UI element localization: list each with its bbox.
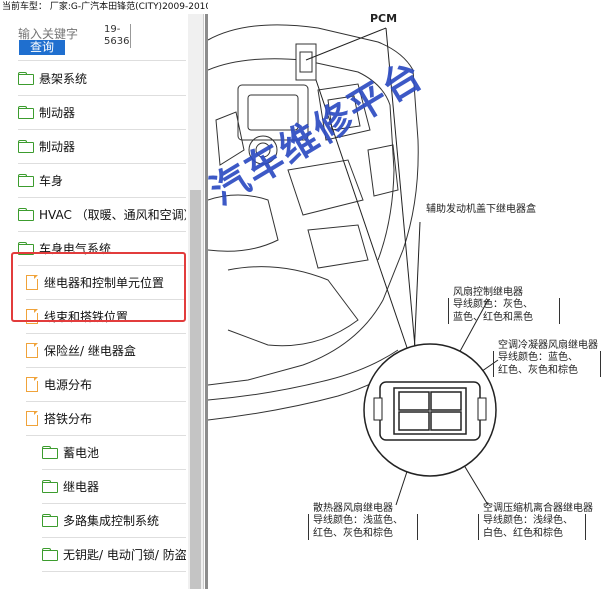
tree-item-label: 继电器 [63,479,100,494]
tree-item-brakes[interactable]: 制动器 [18,95,186,130]
tree-item-power-distribution[interactable]: 电源分布 [26,367,186,402]
folder-icon [42,514,58,527]
fan-relay-line2: 蓝色、红色和黑色 [453,312,533,323]
tree-item-label: HVAC （取暖、通风和空调） [39,207,186,222]
folder-icon [18,72,34,85]
condenser-relay-line2: 红色、灰色和棕色 [498,365,578,376]
diagram-panel: 汽车维修平台 PCM 辅助发动机盖下继电器盒 风扇控制继电器 导线颜色：灰色、 … [203,0,605,589]
tree-item-relay[interactable]: 继电器 [42,469,186,504]
tree-item-battery[interactable]: 蓄电池 [42,435,186,470]
clutch-relay-line2: 白色、红色和棕色 [483,528,563,539]
tree-item-label: 制动器 [39,139,76,154]
tree-item-label: 无钥匙/ 电动门锁/ 防盗 [63,547,186,562]
folder-icon [18,174,34,187]
page-icon [26,342,38,358]
selection-highlight [11,252,186,322]
page-icon [26,410,38,426]
folder-icon [18,208,34,221]
tree-item-hvac[interactable]: HVAC （取暖、通风和空调） [18,197,186,232]
tree-item-label: 搭铁分布 [44,411,93,426]
tree-item-label: 悬架系统 [39,71,88,86]
tree-item-label: 多路集成控制系统 [63,513,160,528]
tree-item-ground-distribution[interactable]: 搭铁分布 [26,401,186,436]
tree-item-suspension[interactable]: 悬架系统 [18,61,186,96]
fan-relay-line1: 导线颜色：灰色、 [453,299,533,310]
scrollbar-thumb[interactable] [190,190,201,589]
folder-icon [42,446,58,459]
tree-item-body[interactable]: 车身 [18,163,186,198]
tree-item-multiplex[interactable]: 多路集成控制系统 [42,503,186,538]
pcm-label: PCM [370,12,398,25]
folder-icon [18,106,34,119]
page-icon [26,376,38,392]
tree-item-fuse-box[interactable]: 保险丝/ 继电器盒 [26,333,186,368]
tree-item-label: 车身 [39,173,64,188]
clutch-relay-line1: 导线颜色：浅绿色、 [483,515,573,526]
tree-item-label: 制动器 [39,105,76,120]
radiator-relay-line2: 红色、灰色和棕色 [313,528,393,539]
sidebar: 查询 19-5636 悬架系统 制动器 制动器 车身 HVAC （取暖、通风和空… [0,14,204,589]
folder-icon [18,140,34,153]
aux-relay-box-label: 辅助发动机盖下继电器盒 [426,204,536,215]
tree-item-brakes-2[interactable]: 制动器 [18,129,186,164]
tree-item-label: 蓄电池 [63,445,100,460]
folder-icon [42,480,58,493]
tree-item-label: 电源分布 [44,377,93,392]
condenser-relay-line1: 导线颜色：蓝色、 [498,352,578,363]
radiator-relay-line1: 导线颜色：浅蓝色、 [313,515,403,526]
tree-item-keyless[interactable]: 无钥匙/ 电动门锁/ 防盗 [42,537,186,572]
tree-item-partial[interactable] [18,38,186,61]
tree-item-label: 保险丝/ 继电器盒 [44,343,136,358]
folder-icon [42,548,58,561]
vehicle-info: 当前车型： 厂家:G-广汽本田锋范(CITY)2009-2010 [2,2,212,12]
